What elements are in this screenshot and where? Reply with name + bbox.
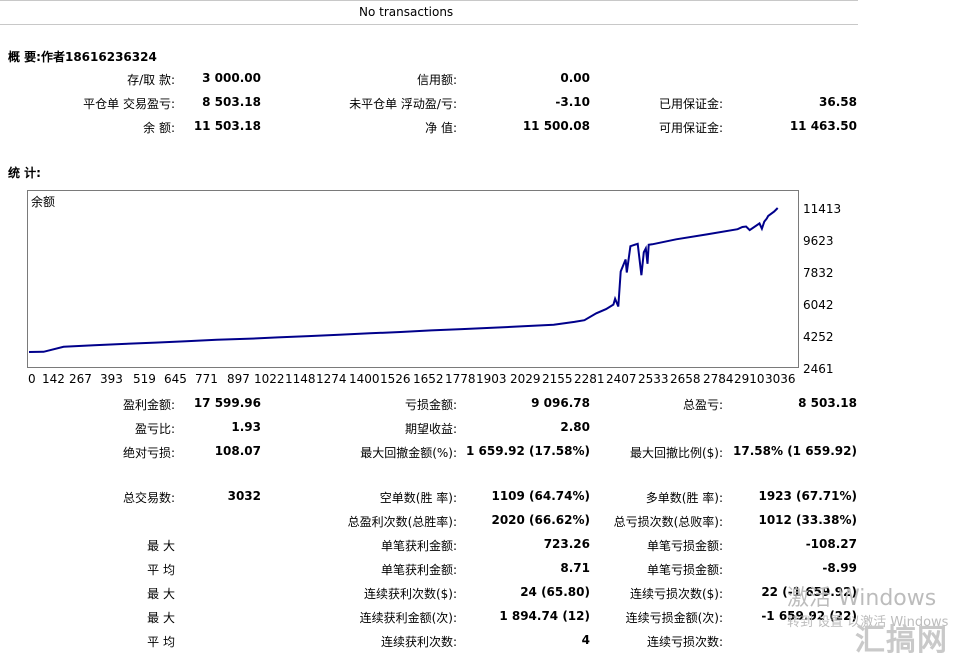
- x-tick-label: 3036: [765, 372, 796, 386]
- stats-label: 总盈利次数(总胜率):: [347, 515, 457, 529]
- summary-title: 概 要:作者18616236324: [8, 50, 157, 64]
- site-logo: 汇搞网: [855, 623, 948, 658]
- stats-value: 1923 (67.71%): [758, 489, 857, 503]
- stats-label: 最 大: [147, 611, 175, 625]
- summary-label: 信用额:: [416, 73, 457, 87]
- summary-value: 11 500.08: [522, 119, 590, 133]
- stats-label: 期望收益:: [404, 422, 457, 436]
- x-tick-label: 2658: [670, 372, 701, 386]
- stats-label: 最大回撤比例($):: [629, 446, 723, 460]
- stats-label: 平 均: [147, 563, 175, 577]
- summary-label: 余 额:: [143, 121, 175, 135]
- stats-value: 108.07: [214, 444, 261, 458]
- top-divider: [0, 0, 858, 1]
- stats-value: 1012 (33.38%): [758, 513, 857, 527]
- stats-value: 8 503.18: [798, 396, 857, 410]
- stats-label: 总盈亏:: [682, 398, 723, 412]
- summary-label: 存/取 款:: [127, 73, 175, 87]
- x-tick-label: 2281: [574, 372, 605, 386]
- stats-label: 连续亏损次数($):: [629, 587, 723, 601]
- stats-label: 绝对亏损:: [122, 446, 175, 460]
- summary-value: 3 000.00: [202, 71, 261, 85]
- stats-label: 盈亏比:: [134, 422, 175, 436]
- x-tick-label: 0: [28, 372, 36, 386]
- chart-title: 余额: [31, 194, 55, 209]
- header-divider: [0, 24, 858, 25]
- stats-label: 单笔获利金额:: [380, 563, 457, 577]
- summary-value: 11 463.50: [789, 119, 857, 133]
- stats-label: 总亏损次数(总败率):: [613, 515, 723, 529]
- stats-label: 空单数(胜 率):: [379, 491, 457, 505]
- stats-value: 2.80: [560, 420, 590, 434]
- x-tick-label: 519: [133, 372, 156, 386]
- y-tick-label: 6042: [803, 298, 834, 312]
- stats-value: 1.93: [231, 420, 261, 434]
- x-tick-label: 1148: [285, 372, 316, 386]
- x-tick-label: 142: [42, 372, 65, 386]
- summary-label: 未平仓单 浮动盈/亏:: [349, 97, 457, 111]
- x-tick-label: 2155: [542, 372, 573, 386]
- stats-value: 17 599.96: [193, 396, 261, 410]
- summary-value: -3.10: [555, 95, 590, 109]
- x-tick-label: 645: [164, 372, 187, 386]
- stats-label: 总交易数:: [122, 491, 175, 505]
- y-tick-label: 11413: [803, 202, 842, 216]
- x-tick-label: 2784: [703, 372, 734, 386]
- stats-label: 亏损金额:: [404, 398, 457, 412]
- y-tick-label: 7832: [803, 266, 834, 280]
- stats-value: 17.58% (1 659.92): [733, 444, 857, 458]
- stats-value: -8.99: [822, 561, 857, 575]
- stats-label: 连续获利次数:: [380, 635, 457, 649]
- summary-value: 0.00: [560, 71, 590, 85]
- stats-value: -108.27: [805, 537, 857, 551]
- stats-title: 统 计:: [8, 166, 41, 180]
- stats-label: 连续亏损金额(次):: [625, 611, 723, 625]
- stats-label: 连续亏损次数:: [646, 635, 723, 649]
- stats-label: 盈利金额:: [122, 398, 175, 412]
- x-tick-label: 771: [195, 372, 218, 386]
- stats-label: 多单数(胜 率):: [645, 491, 723, 505]
- stats-label: 单笔亏损金额:: [646, 563, 723, 577]
- stats-label: 最 大: [147, 539, 175, 553]
- stats-label: 连续获利次数($):: [363, 587, 457, 601]
- x-tick-label: 2029: [510, 372, 541, 386]
- summary-label: 已用保证金:: [658, 97, 723, 111]
- x-tick-label: 2910: [734, 372, 765, 386]
- x-tick-label: 897: [227, 372, 250, 386]
- stats-label: 最大回撤金额(%):: [360, 446, 457, 460]
- summary-label: 平仓单 交易盈亏:: [83, 97, 175, 111]
- summary-value: 36.58: [819, 95, 857, 109]
- x-tick-label: 393: [100, 372, 123, 386]
- x-tick-label: 1903: [476, 372, 507, 386]
- summary-label: 可用保证金:: [658, 121, 723, 135]
- stats-value: 3032: [227, 489, 261, 503]
- x-tick-label: 1022: [254, 372, 285, 386]
- x-tick-label: 267: [69, 372, 92, 386]
- y-tick-label: 2461: [803, 362, 834, 376]
- stats-label: 最 大: [147, 587, 175, 601]
- stats-label: 单笔亏损金额:: [646, 539, 723, 553]
- balance-chart: 余额: [27, 190, 799, 368]
- x-tick-label: 1778: [445, 372, 476, 386]
- stats-label: 连续获利金额(次):: [359, 611, 457, 625]
- stats-label: 平 均: [147, 635, 175, 649]
- x-tick-label: 2407: [606, 372, 637, 386]
- summary-label: 净 值:: [425, 121, 457, 135]
- stats-label: 单笔获利金额:: [380, 539, 457, 553]
- x-tick-label: 1652: [413, 372, 444, 386]
- x-tick-label: 2533: [638, 372, 669, 386]
- y-tick-label: 4252: [803, 330, 834, 344]
- x-tick-label: 1526: [380, 372, 411, 386]
- balance-series-line: [28, 207, 779, 353]
- no-transactions-text: No transactions: [359, 5, 454, 19]
- y-tick-label: 9623: [803, 234, 834, 248]
- x-tick-label: 1400: [349, 372, 380, 386]
- balance-chart-svg: 余额: [28, 194, 779, 353]
- activation-watermark: 激活 Windows: [787, 586, 937, 611]
- summary-value: 8 503.18: [202, 95, 261, 109]
- x-tick-label: 1274: [316, 372, 347, 386]
- summary-value: 11 503.18: [193, 119, 261, 133]
